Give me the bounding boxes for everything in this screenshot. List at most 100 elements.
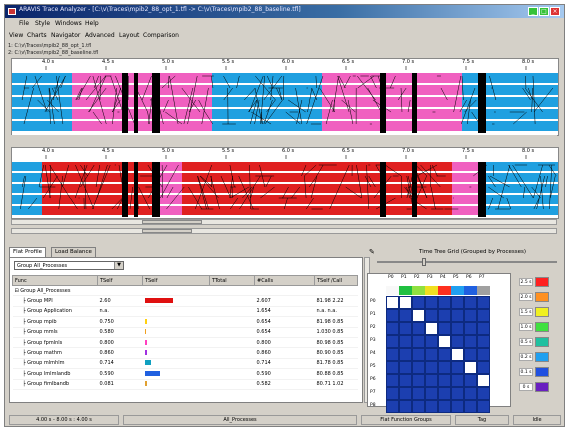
message-matrix[interactable]: P0 P1 P2 P3 P4 P5 P6 P7 P0 P1 P2 P3 P4 P5 P6 P7 P8 [367, 273, 511, 413]
matrix-cell[interactable] [451, 309, 464, 322]
matrix-cell[interactable] [399, 374, 412, 387]
menu-view[interactable]: View [9, 32, 23, 39]
trace-panel-2[interactable]: 4.0 s 4.5 s 5.0 s 5.5 s 6.0 s 6.5 s 7.0 … [11, 147, 559, 219]
matrix-cell[interactable] [412, 361, 425, 374]
table-row[interactable]: ├ Group mlmhlm 0.714 0.714 81.78 0.85 [12, 358, 358, 370]
matrix-cell[interactable] [477, 322, 490, 335]
matrix-cell[interactable] [425, 374, 438, 387]
matrix-cell[interactable] [451, 400, 464, 413]
matrix-cell[interactable] [438, 400, 451, 413]
table-row[interactable]: ├ Group mmls 0.580 0.654 1.030 0.85 [12, 327, 358, 338]
slider-knob[interactable] [422, 258, 426, 266]
menu-comparison[interactable]: Comparison [143, 32, 179, 39]
zoom-slider[interactable] [377, 258, 557, 266]
col-ttotal[interactable]: TTotal [209, 275, 255, 286]
matrix-cell[interactable] [399, 322, 412, 335]
table-row[interactable]: ├ Group mathm 0.860 0.860 80.90 0.85 [12, 347, 358, 359]
col-func[interactable]: Func [12, 275, 98, 286]
matrix-cell[interactable] [386, 400, 399, 413]
matrix-cell[interactable] [464, 348, 477, 361]
matrix-cell[interactable] [386, 374, 399, 387]
matrix-cell[interactable] [477, 361, 490, 374]
matrix-cell[interactable] [399, 335, 412, 348]
menu-layout[interactable]: Layout [119, 32, 139, 39]
matrix-cell[interactable] [451, 361, 464, 374]
menu-help[interactable]: Help [85, 20, 99, 27]
table-row[interactable]: ⊟ Group All_Processes [12, 285, 358, 297]
matrix-cell[interactable] [425, 348, 438, 361]
menu-windows[interactable]: Windows [55, 20, 82, 27]
matrix-cell[interactable] [399, 387, 412, 400]
menu-charts[interactable]: Charts [27, 32, 47, 39]
group-select[interactable]: Group All_Processes ▼ [14, 261, 124, 270]
event-timeline-2[interactable] [12, 148, 558, 218]
menu-advanced[interactable]: Advanced [85, 32, 115, 39]
table-row[interactable]: ├ Group lmlmlandb 0.590 0.590 80.88 0.85 [12, 368, 358, 380]
close-button[interactable]: × [550, 7, 560, 16]
matrix-cell[interactable] [399, 309, 412, 322]
matrix-cell[interactable] [386, 348, 399, 361]
matrix-cell[interactable] [464, 296, 477, 309]
matrix-cell[interactable] [412, 348, 425, 361]
trace-panel-1[interactable]: 4.0 s 4.5 s 5.0 s 5.5 s 6.0 s 6.5 s 7.0 … [11, 58, 559, 136]
matrix-cell[interactable] [464, 322, 477, 335]
matrix-cell[interactable] [438, 322, 451, 335]
matrix-cell[interactable] [477, 387, 490, 400]
matrix-cell[interactable] [425, 400, 438, 413]
matrix-cell[interactable] [412, 322, 425, 335]
matrix-cell[interactable] [477, 296, 490, 309]
matrix-cell[interactable] [477, 335, 490, 348]
matrix-cell[interactable] [464, 374, 477, 387]
matrix-cell[interactable] [399, 348, 412, 361]
matrix-cell[interactable] [464, 335, 477, 348]
table-row[interactable]: ├ Group mpib 0.750 0.654 81.98 0.85 [12, 316, 358, 328]
menu-style[interactable]: Style [35, 20, 50, 27]
matrix-cell[interactable] [451, 322, 464, 335]
matrix-cell[interactable] [412, 400, 425, 413]
tab-flat-profile[interactable]: Flat Profile [9, 247, 47, 257]
matrix-cell[interactable] [425, 361, 438, 374]
col-tself[interactable]: TSelf [97, 275, 143, 286]
matrix-cell[interactable] [464, 361, 477, 374]
matrix-cell[interactable] [451, 374, 464, 387]
matrix-cell[interactable] [399, 296, 412, 309]
matrix-cell[interactable] [386, 322, 399, 335]
menu-navigator[interactable]: Navigator [51, 32, 80, 39]
matrix-cell[interactable] [451, 387, 464, 400]
matrix-cell[interactable] [412, 387, 425, 400]
matrix-cell[interactable] [386, 335, 399, 348]
matrix-cell[interactable] [425, 322, 438, 335]
matrix-cell[interactable] [412, 309, 425, 322]
matrix-cell[interactable] [399, 361, 412, 374]
table-row[interactable]: ├ Group MPI 2.60 2.607 81.98 2.22 [12, 295, 358, 307]
tab-load-balance[interactable]: Load Balance [51, 247, 96, 257]
matrix-cell[interactable] [386, 296, 399, 309]
matrix-cell[interactable] [425, 309, 438, 322]
table-row[interactable]: ├ Group Application n.a. 1.654 n.a. n.a. [12, 306, 358, 318]
matrix-cell[interactable] [412, 296, 425, 309]
table-row[interactable]: ├ Group fpmlnls 0.800 0.800 80.98 0.85 [12, 337, 358, 349]
col-tself-bar[interactable]: TSelf [142, 275, 210, 286]
matrix-cell[interactable] [425, 335, 438, 348]
col-calls[interactable]: #Calls [254, 275, 315, 286]
matrix-cell[interactable] [451, 335, 464, 348]
matrix-cell[interactable] [386, 387, 399, 400]
matrix-cell[interactable] [477, 400, 490, 413]
chevron-down-icon[interactable]: ▼ [114, 262, 123, 269]
matrix-cell[interactable] [438, 348, 451, 361]
matrix-cell[interactable] [425, 296, 438, 309]
matrix-cell[interactable] [477, 309, 490, 322]
matrix-cell[interactable] [438, 309, 451, 322]
matrix-cell[interactable] [451, 296, 464, 309]
matrix-cell[interactable] [464, 309, 477, 322]
horizontal-scrollbar[interactable] [11, 219, 557, 225]
event-timeline-1[interactable] [12, 59, 558, 135]
matrix-cell[interactable] [438, 296, 451, 309]
matrix-cell[interactable] [477, 348, 490, 361]
matrix-cell[interactable] [438, 335, 451, 348]
horizontal-scrollbar-2[interactable] [11, 228, 557, 234]
pin-icon[interactable]: ✎ [369, 248, 375, 256]
table-row[interactable]: ├ Group fimlbandb 0.081 0.582 80.71 1.02 [12, 379, 358, 390]
matrix-cell[interactable] [412, 374, 425, 387]
col-tself-call[interactable]: TSelf /Call [314, 275, 358, 286]
